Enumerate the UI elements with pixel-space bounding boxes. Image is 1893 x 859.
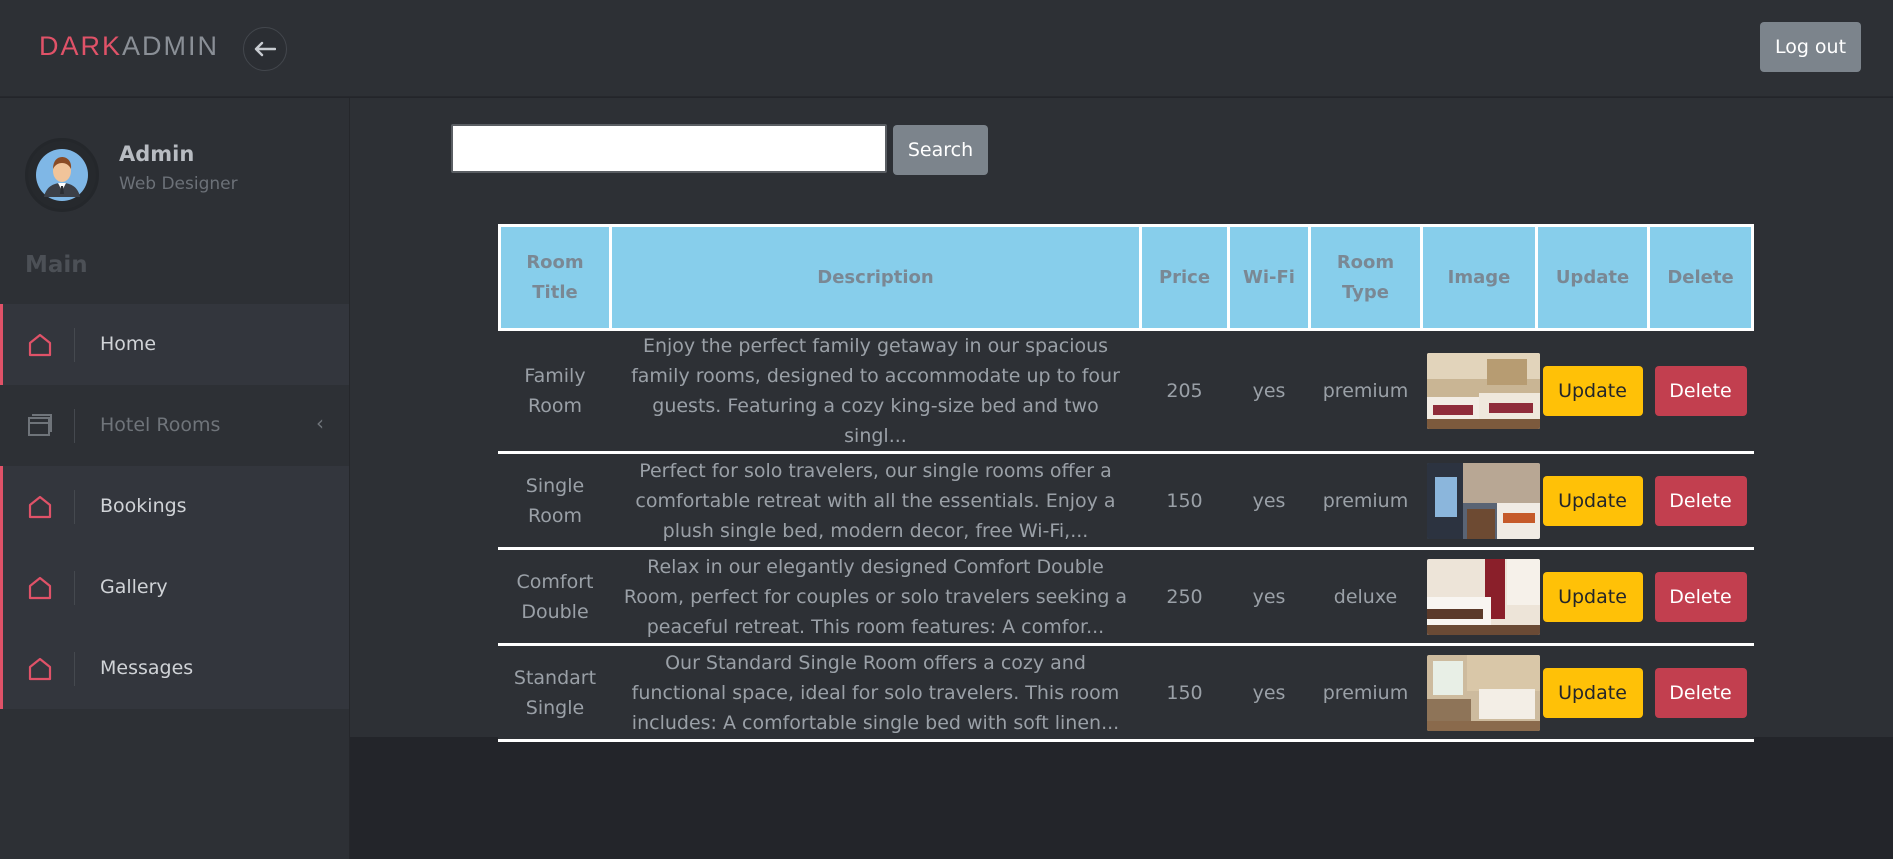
- room-wifi-cell: yes: [1227, 547, 1311, 646]
- column-header-description: Description: [609, 224, 1142, 331]
- brand-part-admin: ADMIN: [122, 31, 220, 61]
- table-row: Comfort Double Relax in our elegantly de…: [498, 547, 1754, 646]
- delete-button[interactable]: Delete: [1654, 475, 1747, 526]
- sidebar-item-hotel-rooms[interactable]: Hotel Rooms ‹: [0, 385, 349, 466]
- profile-name: Admin: [119, 142, 195, 166]
- room-description-cell: Our Standard Single Room offers a cozy a…: [609, 643, 1142, 742]
- logout-button[interactable]: Log out: [1760, 22, 1861, 72]
- home-icon: [28, 495, 52, 519]
- room-type-cell: premium: [1308, 328, 1423, 454]
- delete-cell: Delete: [1647, 643, 1754, 742]
- room-image-cell: [1420, 328, 1540, 454]
- delete-cell: Delete: [1647, 547, 1754, 646]
- search-button[interactable]: Search: [893, 125, 988, 175]
- room-wifi-cell: yes: [1227, 451, 1311, 550]
- room-price-cell: 150: [1139, 643, 1230, 742]
- brand-part-dark: DARK: [39, 31, 123, 61]
- brand-logo[interactable]: DARKADMIN: [39, 31, 219, 62]
- sidebar-item-label: Bookings: [100, 495, 187, 517]
- window-icon: [28, 414, 52, 436]
- update-button[interactable]: Update: [1542, 475, 1643, 526]
- sidebar-section-label: Main: [25, 252, 88, 278]
- room-type-cell: deluxe: [1308, 547, 1423, 646]
- sidebar-item-label: Hotel Rooms: [100, 414, 221, 436]
- room-title-cell: Single Room: [498, 451, 612, 550]
- table-row: Standart Single Our Standard Single Room…: [498, 643, 1754, 742]
- sidebar-item-home[interactable]: Home: [0, 304, 349, 385]
- delete-button[interactable]: Delete: [1654, 667, 1747, 718]
- room-price-cell: 150: [1139, 451, 1230, 550]
- update-cell: Update: [1535, 643, 1650, 742]
- top-bar: DARKADMIN Log out: [0, 0, 1893, 97]
- profile-role: Web Designer: [119, 174, 238, 194]
- sidebar-toggle-button[interactable]: [243, 27, 287, 71]
- chevron-left-icon: ‹: [316, 411, 324, 435]
- room-image-cell: [1420, 547, 1540, 646]
- table-row: Single Room Perfect for solo travelers, …: [498, 451, 1754, 550]
- room-price-cell: 250: [1139, 547, 1230, 646]
- column-header-room-title: Room Title: [498, 224, 612, 331]
- nav-separator: [74, 652, 75, 686]
- column-header-delete: Delete: [1647, 224, 1754, 331]
- delete-button[interactable]: Delete: [1654, 366, 1747, 416]
- room-image[interactable]: [1427, 558, 1540, 635]
- room-image-cell: [1420, 451, 1540, 550]
- home-icon: [28, 576, 52, 600]
- update-cell: Update: [1535, 547, 1650, 646]
- column-header-price: Price: [1139, 224, 1230, 331]
- sidebar-item-bookings[interactable]: Bookings: [0, 466, 349, 547]
- sidebar-item-messages[interactable]: Messages: [0, 628, 349, 709]
- room-price-cell: 205: [1139, 328, 1230, 454]
- room-image-cell: [1420, 643, 1540, 742]
- room-description-cell: Perfect for solo travelers, our single r…: [609, 451, 1142, 550]
- nav-separator: [74, 328, 75, 362]
- search-input[interactable]: [451, 124, 887, 173]
- room-title-cell: Standart Single: [498, 643, 612, 742]
- nav-separator: [74, 490, 75, 524]
- user-avatar-icon: [36, 149, 88, 201]
- room-type-cell: premium: [1308, 643, 1423, 742]
- room-image[interactable]: [1427, 462, 1540, 539]
- room-title-cell: Family Room: [498, 328, 612, 454]
- room-description-cell: Relax in our elegantly designed Comfort …: [609, 547, 1142, 646]
- column-header-update: Update: [1535, 224, 1650, 331]
- nav-separator: [74, 571, 75, 605]
- column-header-room-type: Room Type: [1308, 224, 1423, 331]
- sidebar-item-gallery[interactable]: Gallery: [0, 547, 349, 628]
- room-image[interactable]: [1427, 654, 1540, 731]
- table-header-row: Room Title Description Price Wi-Fi Room …: [498, 224, 1754, 331]
- home-icon: [28, 333, 52, 357]
- sidebar: Admin Web Designer Main Home Hotel Rooms…: [0, 98, 350, 859]
- update-cell: Update: [1535, 451, 1650, 550]
- delete-cell: Delete: [1647, 451, 1754, 550]
- column-header-wifi: Wi-Fi: [1227, 224, 1311, 331]
- room-description-cell: Enjoy the perfect family getaway in our …: [609, 328, 1142, 454]
- update-button[interactable]: Update: [1542, 571, 1643, 622]
- update-button[interactable]: Update: [1542, 366, 1643, 416]
- room-wifi-cell: yes: [1227, 643, 1311, 742]
- sidebar-item-label: Home: [100, 333, 157, 355]
- update-cell: Update: [1535, 328, 1650, 454]
- update-button[interactable]: Update: [1542, 667, 1643, 718]
- arrow-left-icon: [254, 41, 276, 57]
- room-title-cell: Comfort Double: [498, 547, 612, 646]
- sidebar-nav: Home Hotel Rooms ‹ Bookings Gallery Mess…: [0, 304, 349, 709]
- room-wifi-cell: yes: [1227, 328, 1311, 454]
- delete-button[interactable]: Delete: [1654, 571, 1747, 622]
- room-type-cell: premium: [1308, 451, 1423, 550]
- table-row: Family Room Enjoy the perfect family get…: [498, 328, 1754, 454]
- column-header-image: Image: [1420, 224, 1538, 331]
- home-icon: [28, 657, 52, 681]
- room-image[interactable]: [1427, 353, 1540, 429]
- rooms-table: Room Title Description Price Wi-Fi Room …: [498, 224, 1754, 742]
- sidebar-item-label: Messages: [100, 657, 194, 679]
- nav-separator: [74, 409, 75, 443]
- avatar: [25, 138, 99, 212]
- delete-cell: Delete: [1647, 328, 1754, 454]
- sidebar-item-label: Gallery: [100, 576, 168, 598]
